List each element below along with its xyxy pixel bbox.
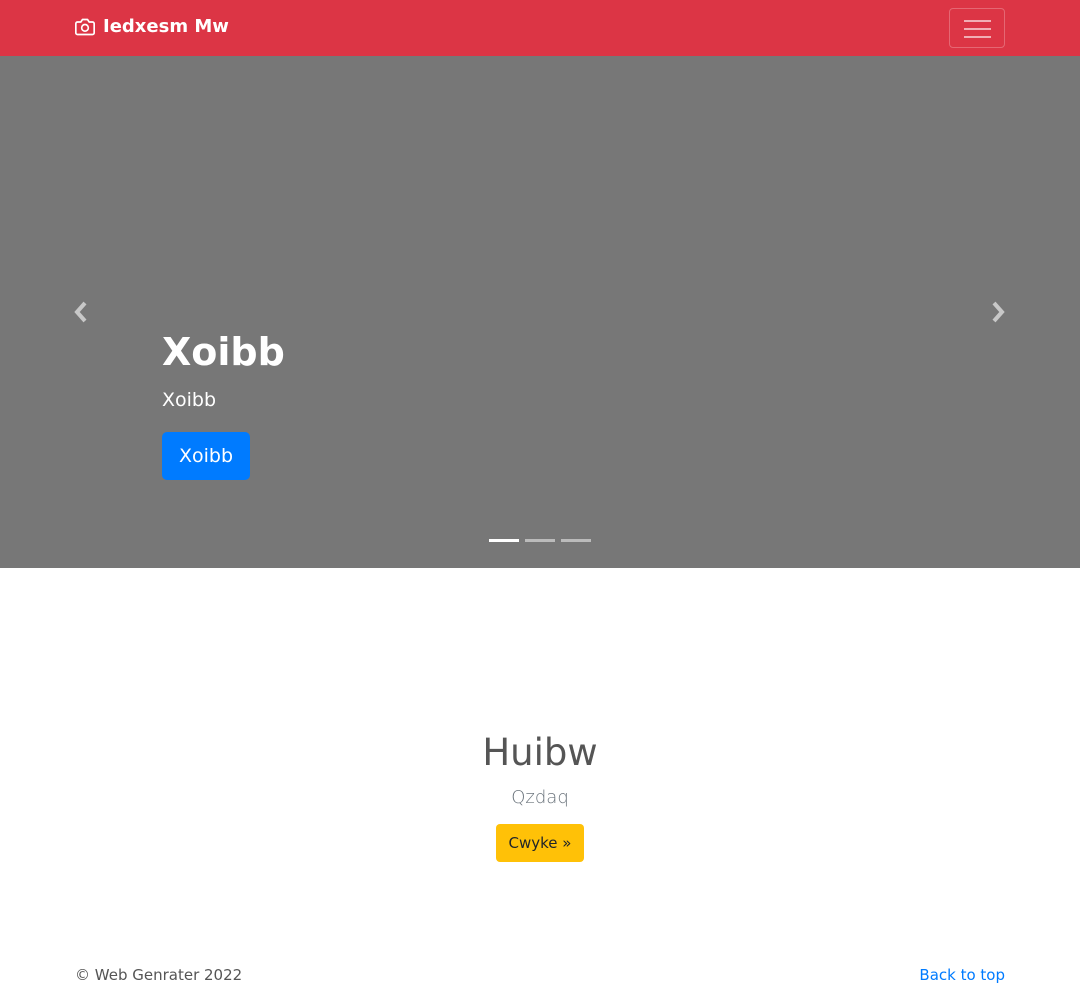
slide-text: Xoibb (162, 389, 217, 411)
carousel-next-button[interactable] (988, 300, 1008, 324)
chevron-right-icon (992, 301, 1005, 323)
navbar: Iedxesm Mw (0, 0, 1080, 56)
brand-name: Iedxesm Mw (103, 16, 229, 37)
footer: © Web Genrater 2022 Back to top (0, 966, 1080, 988)
camera-icon (75, 18, 95, 35)
back-to-top-link[interactable]: Back to top (919, 966, 1005, 984)
carousel-indicator-3[interactable] (561, 539, 591, 542)
carousel-prev-button[interactable] (71, 300, 91, 324)
slide-cta-button[interactable]: Xoibb (162, 432, 251, 480)
feature-section: Huibw Qzdaq Cwyke » (0, 568, 1080, 862)
carousel-indicator-1[interactable] (489, 539, 519, 542)
footer-copyright: © Web Genrater 2022 (75, 966, 243, 984)
carousel-caption: Xoibb Xoibb Xoibb (162, 328, 285, 480)
feature-heading: Huibw (482, 731, 598, 774)
carousel-indicator-2[interactable] (525, 539, 555, 542)
carousel-indicators (489, 539, 597, 542)
feature-button[interactable]: Cwyke » (495, 824, 585, 862)
navbar-toggler-button[interactable] (949, 8, 1005, 48)
feature-lead: Qzdaq (511, 787, 569, 808)
hero-carousel: Xoibb Xoibb Xoibb (0, 56, 1080, 568)
chevron-left-icon (74, 301, 87, 323)
slide-heading: Xoibb (162, 330, 285, 374)
hamburger-menu-icon (964, 20, 991, 38)
brand-link[interactable]: Iedxesm Mw (75, 16, 229, 37)
